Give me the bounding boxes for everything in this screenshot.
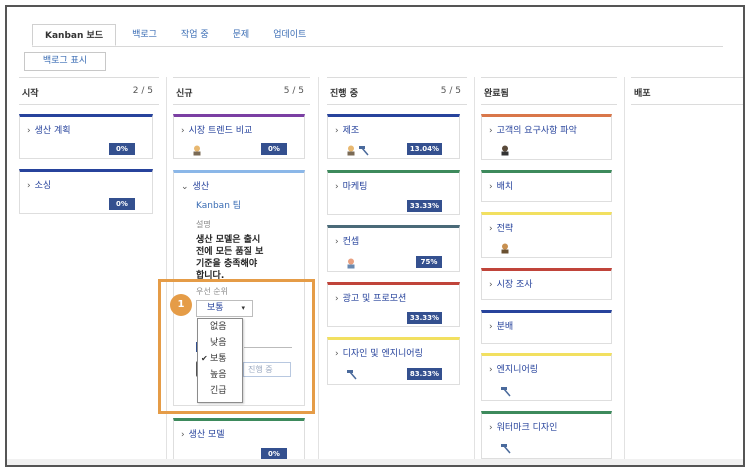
chevron-right-icon: › (489, 224, 493, 234)
kanban-card[interactable]: › 배치 (481, 170, 612, 202)
chevron-right-icon: › (489, 126, 493, 136)
tab-divider (32, 46, 723, 47)
column-header-new: 신규 5 / 5 (173, 77, 310, 105)
person-icon (500, 243, 510, 256)
kanban-card[interactable]: › 컨셉 75% (327, 225, 460, 272)
kanban-card[interactable]: › 마케팅 33.33% (327, 170, 460, 215)
progress-badge: 0% (261, 448, 287, 460)
hammer-icon (500, 386, 511, 399)
person-icon (192, 145, 202, 158)
column-title: 진행 중 (330, 89, 358, 99)
card-title: › 마케팅 (335, 182, 368, 192)
tab-updates[interactable]: 업데이트 (261, 24, 318, 46)
app-window: Kanban 보드 백로그 작업 중 문제 업데이트 백로그 표시 시작 2 /… (5, 5, 745, 467)
column-title: 배포 (634, 89, 651, 99)
chevron-right-icon: › (335, 126, 339, 136)
card-title: › 분배 (489, 322, 514, 332)
chevron-right-icon: › (335, 237, 339, 247)
kanban-card[interactable]: › 생산 모델 0% (173, 418, 305, 463)
chevron-right-icon: › (181, 126, 185, 136)
card-title: › 컨셉 (335, 237, 360, 247)
card-title: › 워터마크 디자인 (489, 423, 558, 433)
tab-issues[interactable]: 문제 (221, 24, 262, 46)
person-icon (500, 145, 510, 158)
column-divider (474, 77, 475, 459)
kanban-card[interactable]: › 생산 계획 0% (19, 114, 153, 159)
kanban-card[interactable]: › 엔지니어링 (481, 353, 612, 401)
tab-in-progress[interactable]: 작업 중 (169, 24, 221, 46)
chevron-right-icon: › (489, 423, 493, 433)
column-header-in-progress: 진행 중 5 / 5 (327, 77, 467, 105)
chevron-right-icon: › (489, 280, 493, 290)
chevron-right-icon: › (489, 365, 493, 375)
progress-badge: 83.33% (406, 368, 442, 380)
column-divider (624, 77, 625, 459)
chevron-down-icon: ⌄ (181, 182, 189, 192)
kanban-card[interactable]: › 고객의 요구사항 파악 (481, 114, 612, 160)
column-header-deploy: 배포 (631, 77, 743, 105)
description-label: 설명 (196, 220, 211, 229)
description-text: 생산 모델은 출시 전에 모든 품질 보 기준을 충족해야 합니다. (196, 235, 264, 281)
progress-badge: 0% (109, 143, 135, 155)
chevron-right-icon: › (27, 181, 31, 191)
chevron-right-icon: › (489, 322, 493, 332)
column-count: 5 / 5 (283, 86, 304, 96)
card-title: › 광고 및 프로모션 (335, 294, 407, 304)
kanban-card[interactable]: › 디자인 및 엔지니어링 83.33% (327, 337, 460, 385)
tab-kanban-board[interactable]: Kanban 보드 (32, 24, 117, 46)
card-title: › 시장 조사 (489, 280, 533, 290)
hammer-icon (500, 443, 511, 456)
tab-bar: Kanban 보드 백로그 작업 중 문제 업데이트 (32, 24, 318, 46)
kanban-card[interactable]: › 광고 및 프로모션 33.33% (327, 282, 460, 327)
card-title: › 전략 (489, 224, 514, 234)
card-title: ⌄ 생산 (181, 182, 210, 192)
progress-badge: 33.33% (406, 200, 442, 212)
show-backlog-button[interactable]: 백로그 표시 (24, 52, 106, 71)
column-title: 시작 (22, 89, 39, 99)
chevron-right-icon: › (181, 430, 185, 440)
card-title: › 생산 계획 (27, 126, 71, 136)
card-title: › 고객의 요구사항 파악 (489, 126, 577, 136)
column-count: 5 / 5 (440, 86, 461, 96)
hammer-icon (346, 369, 357, 382)
kanban-card[interactable]: › 워터마크 디자인 (481, 411, 612, 459)
card-title: › 소싱 (27, 181, 52, 191)
kanban-card[interactable]: › 분배 (481, 310, 612, 344)
person-icon (346, 258, 356, 271)
column-header-done: 완료됨 (481, 77, 617, 105)
chevron-right-icon: › (335, 349, 339, 359)
kanban-card[interactable]: › 시장 조사 (481, 268, 612, 300)
card-title: › 배치 (489, 182, 514, 192)
column-divider (318, 77, 319, 459)
card-title: › 엔지니어링 (489, 365, 539, 375)
chevron-right-icon: › (335, 294, 339, 304)
column-title: 완료됨 (484, 89, 509, 99)
progress-badge: 0% (109, 198, 135, 210)
progress-badge: 13.04% (406, 143, 442, 155)
chevron-right-icon: › (27, 126, 31, 136)
callout-number-badge: 1 (170, 294, 192, 316)
column-header-start: 시작 2 / 5 (19, 77, 159, 105)
kanban-card-partial (481, 466, 612, 467)
card-title: › 시장 트렌드 비교 (181, 126, 253, 136)
progress-badge: 75% (416, 256, 442, 268)
column-title: 신규 (176, 89, 193, 99)
chevron-right-icon: › (489, 182, 493, 192)
tab-backlog[interactable]: 백로그 (120, 24, 169, 46)
progress-badge: 0% (261, 143, 287, 155)
kanban-card[interactable]: › 소싱 0% (19, 169, 153, 214)
kanban-card[interactable]: › 시장 트렌드 비교 0% (173, 114, 305, 159)
card-team-link[interactable]: Kanban 팀 (196, 198, 241, 211)
progress-badge: 33.33% (406, 312, 442, 324)
kanban-card[interactable]: › 전략 (481, 212, 612, 258)
kanban-card[interactable]: › 제조 13.04% (327, 114, 460, 159)
person-icon (346, 145, 356, 158)
card-title: › 생산 모델 (181, 430, 225, 440)
column-count: 2 / 5 (132, 86, 153, 96)
hammer-icon (358, 145, 369, 158)
chevron-right-icon: › (335, 182, 339, 192)
card-title: › 디자인 및 엔지니어링 (335, 349, 423, 359)
card-title: › 제조 (335, 126, 360, 136)
